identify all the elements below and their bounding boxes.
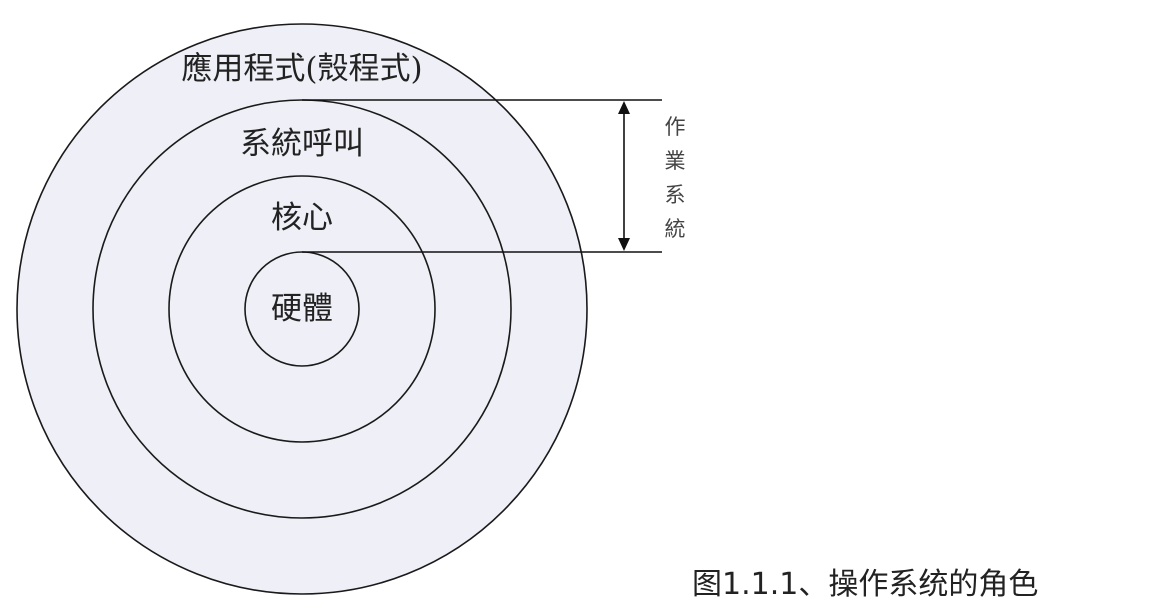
hardware-layer-label: 硬體 [271, 291, 333, 327]
os-layer-diagram: 應用程式(殼程式) 系統呼叫 核心 硬體 作 業 系 統 图1.1.1、操作系统… [16, 23, 1038, 602]
kernel-layer-label: 核心 [271, 200, 333, 236]
system-call-layer-label: 系統呼叫 [240, 126, 364, 162]
os-label-char-4: 統 [665, 217, 686, 241]
os-label-char-1: 作 [665, 115, 686, 139]
figure-caption: 图1.1.1、操作系统的角色 [692, 567, 1038, 602]
os-bracket-arrow-down-icon [618, 238, 630, 251]
os-bracket-arrow-up-icon [618, 101, 630, 114]
application-layer-label: 應用程式(殼程式) [181, 51, 422, 87]
os-label-char-2: 業 [665, 149, 686, 173]
os-label-char-3: 系 [665, 183, 686, 207]
